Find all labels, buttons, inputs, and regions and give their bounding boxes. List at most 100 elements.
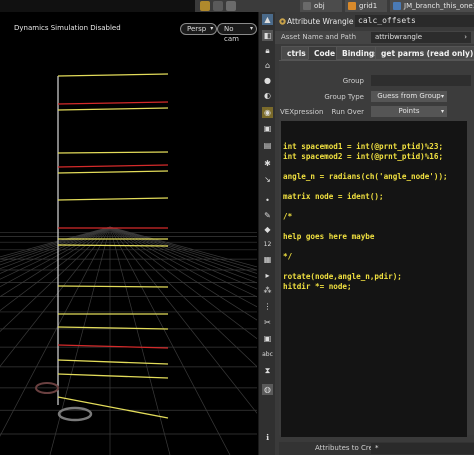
group-label: Group bbox=[342, 77, 364, 85]
vexpression-label: VEXpression bbox=[280, 108, 324, 116]
chevron-down-icon: ▾ bbox=[249, 25, 253, 32]
grid-node-icon bbox=[348, 2, 356, 10]
offset-line bbox=[57, 244, 169, 247]
bullet-icon[interactable]: • bbox=[262, 195, 273, 206]
asset-value: attribwrangle bbox=[375, 33, 423, 41]
pointer-icon[interactable]: ▲ bbox=[262, 14, 273, 25]
top-bar: obj grid1 JM_branch_this_one1 bbox=[0, 0, 474, 12]
numbers-icon[interactable]: 12 bbox=[262, 239, 273, 250]
home-icon[interactable]: ⌂ bbox=[262, 60, 273, 71]
offset-line bbox=[57, 285, 169, 288]
run-over-value: Points bbox=[398, 107, 420, 115]
offset-line bbox=[57, 73, 169, 77]
offset-line bbox=[57, 344, 169, 349]
info-icon[interactable]: ℹ bbox=[262, 432, 273, 443]
code-line: hitdir *= node; bbox=[283, 282, 352, 291]
path-obj[interactable]: obj bbox=[300, 0, 342, 12]
asset-select[interactable]: attribwrangle › bbox=[371, 32, 471, 43]
chevron-down-icon: ▾ bbox=[210, 25, 214, 32]
node-type-label: Attribute Wrangle bbox=[287, 17, 354, 26]
viewport-status-title: Dynamics Simulation Disabled bbox=[14, 24, 121, 32]
ground-grid bbox=[0, 226, 257, 455]
pin-icon[interactable]: ◍ bbox=[262, 384, 273, 395]
handle-icon[interactable]: ◉ bbox=[262, 107, 273, 118]
group-type-value: Guess from Group bbox=[377, 92, 441, 100]
tab-branch[interactable]: JM_branch_this_one1 bbox=[390, 0, 474, 12]
scissors-icon[interactable]: ✂ bbox=[262, 317, 273, 328]
grid-line bbox=[0, 226, 111, 280]
camera-icon[interactable]: ▣ bbox=[262, 123, 273, 134]
vex-code-editor[interactable]: int spacemod1 = int(@prnt_ptid)%23; int … bbox=[281, 121, 467, 437]
tab-grid1[interactable]: grid1 bbox=[345, 0, 387, 12]
grid-line bbox=[109, 226, 231, 455]
persp-menu-button[interactable]: Persp ▾ bbox=[180, 23, 218, 35]
offset-line bbox=[57, 164, 169, 168]
grid-line bbox=[109, 226, 257, 268]
cluster-icon[interactable]: ⁂ bbox=[262, 285, 273, 296]
snap-icon[interactable]: ▤ bbox=[262, 140, 273, 151]
attributes-input[interactable]: * bbox=[371, 443, 474, 454]
offset-line bbox=[57, 107, 169, 111]
scene-viewport[interactable]: Dynamics Simulation Disabled Persp ▾ No … bbox=[0, 12, 257, 455]
wand-icon[interactable]: ↘ bbox=[262, 174, 273, 185]
grid-line bbox=[0, 226, 111, 288]
run-over-label: Run Over bbox=[331, 108, 364, 116]
grid-line bbox=[0, 226, 111, 367]
grid-line bbox=[109, 226, 171, 455]
grid-line bbox=[0, 226, 111, 266]
texture-icon[interactable]: ▦ bbox=[262, 254, 273, 265]
code-line: */ bbox=[283, 252, 293, 261]
numbers-label: 12 bbox=[263, 241, 272, 248]
viewport-toolbar: ▲ ◧ 🔒︎ ⌂ ● ◐ ◉ ▣ ▤ ✱ ↘ • ✎ ◆ 12 ▦ ▸ ⁂ ⋮ … bbox=[258, 12, 275, 455]
chevron-down-icon: ▾ bbox=[440, 93, 444, 100]
dot2-icon[interactable]: ◆ bbox=[262, 224, 273, 235]
lock-icon[interactable]: 🔒︎ bbox=[262, 45, 273, 56]
offset-line bbox=[57, 170, 169, 174]
asset-label: Asset Name and Path bbox=[281, 33, 357, 41]
image-icon[interactable]: ▣ bbox=[262, 333, 273, 344]
arrow-icon[interactable]: ▸ bbox=[262, 270, 273, 281]
group-type-select[interactable]: Guess from Group ▾ bbox=[371, 91, 447, 102]
tab-get-parms[interactable]: get parms (read only) bbox=[375, 46, 474, 60]
code-line: /* bbox=[283, 212, 293, 221]
run-over-select[interactable]: Points ▾ bbox=[371, 106, 447, 117]
grid-line bbox=[0, 226, 111, 298]
code-line: int spacemod1 = int(@prnt_ptid)%23; bbox=[283, 142, 444, 151]
code-line: angle_n = radians(ch('angle_node')); bbox=[283, 172, 448, 181]
offset-line bbox=[57, 197, 169, 201]
grid-line bbox=[0, 226, 111, 260]
code-line: help goes here maybe bbox=[283, 232, 375, 241]
camera-menu-button[interactable]: No cam ▾ bbox=[217, 23, 257, 43]
offset-line bbox=[57, 151, 169, 154]
history-icon[interactable] bbox=[226, 1, 236, 11]
network-nav-icon[interactable] bbox=[200, 1, 210, 11]
obj-icon bbox=[303, 2, 311, 10]
code-line: int spacemod2 = int(@prnt_ptid)%16; bbox=[283, 152, 444, 161]
node-name-field[interactable]: calc_offsets bbox=[355, 15, 474, 27]
display-icon[interactable]: ◐ bbox=[262, 90, 273, 101]
code-line: matrix node = ident(); bbox=[283, 192, 384, 201]
grid-line bbox=[0, 226, 111, 270]
dot-icon[interactable]: ✱ bbox=[262, 158, 273, 169]
group-input[interactable] bbox=[371, 75, 471, 86]
group-type-row: Group Type Guess from Group ▾ bbox=[279, 91, 474, 103]
group-type-label: Group Type bbox=[324, 93, 364, 101]
gear-icon bbox=[278, 17, 287, 26]
light-icon[interactable]: ● bbox=[262, 75, 273, 86]
tab-grid1-label: grid1 bbox=[359, 2, 378, 10]
code-line: rotate(node,angle_n,pdir); bbox=[283, 272, 402, 281]
hourglass-icon[interactable]: ⧗ bbox=[262, 365, 273, 376]
wand2-icon[interactable]: ✎ bbox=[262, 210, 273, 221]
parameter-header: Attribute Wrangle calc_offsets bbox=[275, 14, 474, 29]
grid-snap-icon[interactable]: ⋮ bbox=[262, 301, 273, 312]
grid-line bbox=[0, 226, 111, 274]
offset-line bbox=[57, 373, 169, 379]
pin-icon[interactable] bbox=[213, 1, 223, 11]
abc-icon[interactable]: abc bbox=[262, 349, 273, 360]
grid-line bbox=[0, 226, 111, 437]
grid-line bbox=[0, 226, 111, 263]
grid-line bbox=[0, 226, 111, 258]
select-icon[interactable]: ◧ bbox=[262, 30, 273, 41]
abc-label: abc bbox=[262, 351, 273, 358]
grid-line bbox=[0, 226, 111, 312]
